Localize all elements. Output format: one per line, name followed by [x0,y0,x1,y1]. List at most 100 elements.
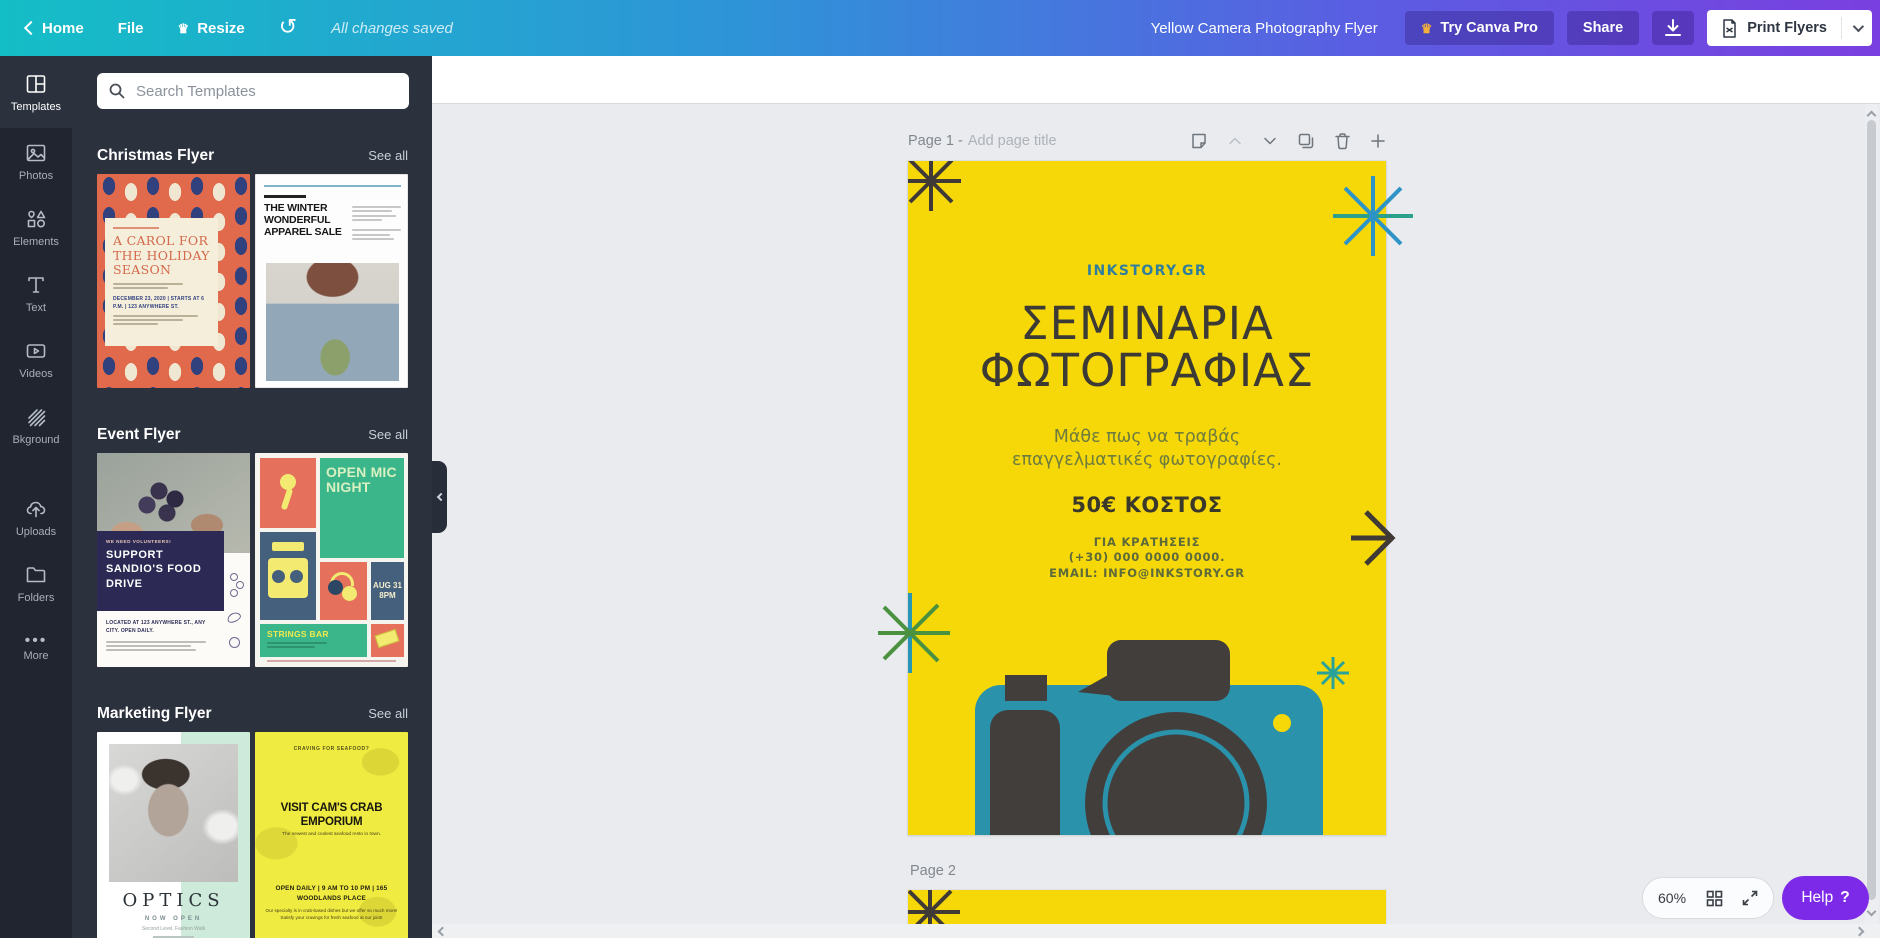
canva-editor: Home File ♛ Resize ↺ All changes saved Y… [0,0,1880,938]
try-canva-pro-button[interactable]: ♛ Try Canva Pro [1405,11,1554,45]
download-button[interactable] [1652,11,1694,45]
more-dots-icon: ••• [25,637,48,645]
sidebar-item-videos[interactable]: Videos [0,326,72,392]
flyer-title: ΣΕΜΙΝΑΡΙΑ ΦΩΤΟΓΡΑΦΙΑΣ [908,301,1386,395]
templates-icon [24,72,48,96]
grid-view-icon[interactable] [1706,890,1723,907]
rail-label: Photos [19,170,53,182]
panel-collapse-handle[interactable] [432,461,447,533]
design-page-1[interactable]: INKSTORY.GR ΣΕΜΙΝΑΡΙΑ ΦΩΤΟΓΡΑΦΙΑΣ Μάθε π… [908,161,1386,835]
search-input[interactable] [134,82,384,101]
duplicate-page-icon[interactable] [1297,132,1315,150]
notes-icon[interactable] [1190,132,1208,150]
camera-illustration [975,640,1323,835]
thumb-subtitle: NOW OPEN [97,916,250,922]
context-toolbar [432,56,1880,104]
search-box[interactable] [97,73,409,109]
rail-label: Videos [19,368,52,380]
template-thumb-winter[interactable]: THE WINTER WONDERFUL APPAREL SALE [255,174,408,388]
zoom-level[interactable]: 60% [1658,890,1686,906]
document-title[interactable]: Yellow Camera Photography Flyer [1151,20,1378,37]
thumbnail-row: WE NEED VOLUNTEERS! SUPPORT SANDIO'S FOO… [97,453,408,667]
page-label: Page 1 - [908,133,963,149]
scroll-down-arrow[interactable] [1867,907,1877,917]
elements-icon [24,207,48,231]
see-all-link[interactable]: See all [368,148,408,163]
sidebar-item-elements[interactable]: Elements [0,194,72,260]
move-page-up-icon[interactable] [1227,133,1243,149]
horizontal-scrollbar[interactable] [432,924,1880,938]
download-icon [1665,19,1681,37]
zoom-controls: 60% [1642,877,1774,919]
thumb-venue: STRINGS BAR [267,629,360,639]
starburst-icon [1317,657,1349,689]
flyer-contact: ΓΙΑ ΚΡΑΤΗΣΕΙΣ (+30) 000 0000 0000. EMAIL… [908,535,1386,581]
scroll-left-arrow[interactable] [438,927,448,937]
templates-panel: Christmas Flyer See all A CAROL FOR THE … [72,56,432,938]
rail-label: Text [26,302,46,314]
flyer-site: INKSTORY.GR [908,263,1386,279]
tile-boombox [260,532,316,620]
text-icon [24,273,48,297]
resize-button[interactable]: ♛ Resize [178,20,245,37]
move-page-down-icon[interactable] [1262,133,1278,149]
home-label: Home [42,20,84,37]
share-label: Share [1583,20,1623,36]
thumb-photo [266,263,399,381]
template-thumb-open-mic[interactable]: OPEN MIC NIGHT AUG 31 8PM STRINGS BAR [255,453,408,667]
template-thumb-optics[interactable]: OPTICS NOW OPEN Second Level, Fashion Wa… [97,732,250,938]
delete-page-icon[interactable] [1334,132,1351,150]
thumb-title: OPTICS [97,890,250,911]
upload-cloud-icon [24,497,48,521]
add-page-icon[interactable] [1370,133,1386,149]
see-all-link[interactable]: See all [368,706,408,721]
save-status: All changes saved [331,20,453,37]
share-button[interactable]: Share [1567,11,1639,45]
sidebar-item-folders[interactable]: Folders [0,550,72,616]
fullscreen-icon[interactable] [1742,890,1758,906]
thumb-detail: Second Level, Fashion Walk [97,926,250,932]
tile-venue: STRINGS BAR [260,624,367,657]
thumb-title: OPEN MIC NIGHT [320,458,404,558]
template-thumb-crab[interactable]: CRAVING FOR SEAFOOD? VISIT CAM'S CRAB EM… [255,732,408,938]
resize-label: Resize [197,20,245,37]
sidebar-item-text[interactable]: Text [0,260,72,326]
undo-button[interactable]: ↺ [279,17,297,39]
vertical-scrollbar-thumb[interactable] [1867,120,1876,900]
template-thumb-carol[interactable]: A CAROL FOR THE HOLIDAY SEASON DECEMBER … [97,174,250,388]
section-header-marketing: Marketing Flyer See all [97,705,408,723]
scroll-right-arrow[interactable] [1855,927,1865,937]
rail-label: Uploads [16,526,56,538]
thumb-title: VISIT CAM'S CRAB EMPORIUM [271,802,392,830]
sidebar-item-more[interactable]: ••• More [0,616,72,682]
top-bar: Home File ♛ Resize ↺ All changes saved Y… [0,0,1880,56]
thumb-title: A CAROL FOR THE HOLIDAY SEASON [113,234,210,278]
chevron-down-icon [1853,21,1864,32]
section-header-event: Event Flyer See all [97,426,408,444]
sidebar-item-photos[interactable]: Photos [0,128,72,194]
print-flyers-button[interactable]: Print Flyers [1707,10,1872,46]
sidebar-item-templates[interactable]: Templates [0,56,72,128]
print-options-caret[interactable] [1842,24,1872,32]
thumb-photo [109,744,238,882]
print-icon [1721,19,1738,38]
page-title-input[interactable]: Add page title [968,133,1057,149]
canvas-area[interactable]: Page 1 - Add page title [432,104,1880,938]
tile-mic [260,458,316,528]
thumb-date: DECEMBER 23, 2020 | STARTS AT 6 P.M. | 1… [113,295,210,311]
home-button[interactable]: Home [26,20,84,37]
section-title: Marketing Flyer [97,705,212,723]
sidebar-item-uploads[interactable]: Uploads [0,484,72,550]
rail-label: Templates [11,101,61,113]
rail-label: Bkground [12,434,59,446]
scroll-up-arrow[interactable] [1867,111,1877,121]
thumb-title: SUPPORT SANDIO'S FOOD DRIVE [106,548,215,591]
file-menu[interactable]: File [118,20,144,37]
vertical-scrollbar[interactable] [1865,104,1878,938]
sidebar-item-background[interactable]: Bkground [0,392,72,458]
flyer-price: 50€ ΚΟΣΤΟΣ [908,493,1386,517]
see-all-link[interactable]: See all [368,427,408,442]
file-label: File [118,20,144,37]
template-thumb-food-drive[interactable]: WE NEED VOLUNTEERS! SUPPORT SANDIO'S FOO… [97,453,250,667]
help-button[interactable]: Help ? [1782,876,1869,920]
